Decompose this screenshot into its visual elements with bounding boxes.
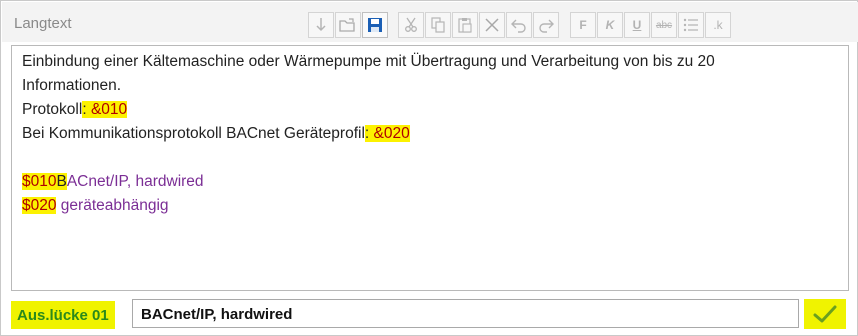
line-text: Bei Kommunikationsprotokoll BACnet Gerät… (22, 125, 365, 142)
save-icon[interactable] (362, 12, 388, 38)
format-button[interactable]: .k (705, 12, 731, 38)
paste-icon[interactable] (452, 12, 478, 38)
strikethrough-button-label: abc (655, 19, 673, 31)
text-line: Bei Kommunikationsprotokoll BACnet Gerät… (22, 125, 410, 143)
panel-title: Langtext (14, 15, 72, 32)
open-folder-icon[interactable] (335, 12, 361, 38)
langtext-panel: Langtext F K U abc .k Einbindung einer K… (0, 0, 858, 336)
underline-button[interactable]: U (624, 12, 650, 38)
format-button-label: .k (713, 18, 723, 32)
undo-icon[interactable] (506, 12, 532, 38)
line-text: Protokoll (22, 101, 83, 118)
underline-button-label: U (632, 18, 642, 32)
highlight: : (364, 125, 374, 142)
option-code: $020 (22, 197, 57, 214)
checkmark-icon (813, 305, 837, 323)
option-text: ACnet/IP, hardwired (66, 173, 204, 190)
gap-label: Aus.lücke 01 (11, 301, 115, 329)
placeholder-marker: &020 (373, 125, 410, 142)
strikethrough-button[interactable]: abc (651, 12, 677, 38)
italic-button[interactable]: K (597, 12, 623, 38)
bold-button-label: F (579, 18, 587, 32)
panel-header: Langtext F K U abc .k (2, 2, 858, 42)
option-code: $010 (22, 173, 57, 190)
bold-button[interactable]: F (570, 12, 596, 38)
text-line: Informationen. (22, 77, 122, 94)
copy-icon[interactable] (425, 12, 451, 38)
italic-button-label: K (605, 18, 615, 32)
list-icon[interactable] (678, 12, 704, 38)
placeholder-marker: &010 (90, 101, 128, 118)
cut-icon[interactable] (398, 12, 424, 38)
option-line: $020 geräteabhängig (22, 197, 169, 215)
answer-input[interactable]: BACnet/IP, hardwired (132, 299, 799, 328)
confirm-button[interactable] (804, 299, 846, 329)
delete-icon[interactable] (479, 12, 505, 38)
option-text: geräteabhängig (60, 197, 169, 214)
option-line: $010BACnet/IP, hardwired (22, 173, 204, 191)
langtext-editor[interactable]: Einbindung einer Kältemaschine oder Wärm… (11, 45, 849, 291)
download-icon[interactable] (308, 12, 334, 38)
redo-icon[interactable] (533, 12, 559, 38)
text-line: Einbindung einer Kältemaschine oder Wärm… (22, 53, 715, 70)
highlight: : (82, 101, 91, 118)
text-line: Protokoll: &010 (22, 101, 128, 119)
option-text-first: B (56, 173, 67, 190)
